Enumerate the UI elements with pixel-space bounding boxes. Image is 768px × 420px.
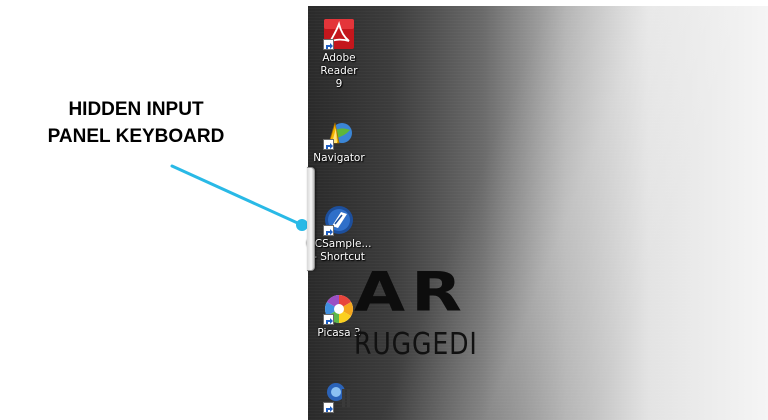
shortcut-arrow-icon — [323, 39, 334, 50]
picasa-icon — [323, 293, 355, 325]
brand-title: AR — [354, 260, 468, 324]
shortcut-arrow-icon — [323, 402, 334, 413]
icon-label-line-1: Adobe Reader — [320, 52, 358, 77]
desktop-icon-navigator[interactable]: Navigator — [305, 118, 373, 165]
desktop-icon-adobe-reader[interactable]: Adobe Reader 9 — [305, 18, 373, 91]
shortcut-arrow-icon — [323, 314, 334, 325]
adobe-reader-icon — [323, 18, 355, 50]
shortcut-arrow-icon — [323, 225, 334, 236]
blue-app-icon — [323, 381, 355, 413]
input-panel-tab[interactable] — [307, 167, 315, 271]
callout-line-1: HIDDEN INPUT — [68, 99, 204, 120]
icon-label-line-1: QCSample... — [306, 238, 372, 250]
qcsample-icon — [323, 204, 355, 236]
brand-subtitle: RUGGEDI — [354, 327, 478, 362]
desktop-icon-qcsample[interactable]: QCSample... - Shortcut — [305, 204, 373, 264]
navigator-icon — [323, 118, 355, 150]
desktop-icon-label: Adobe Reader 9 — [305, 52, 373, 91]
wallpaper-brand: AR RUGGEDI — [354, 260, 501, 362]
icon-label-line-1: Navigator — [313, 152, 365, 164]
shortcut-arrow-icon — [323, 139, 334, 150]
icon-label-line-2: 9 — [335, 78, 343, 90]
desktop-icon-label: Navigator — [305, 152, 373, 165]
callout-line-2: PANEL KEYBOARD — [47, 126, 225, 147]
desktop-icon-blue-app[interactable] — [305, 381, 373, 415]
callout-label: HIDDEN INPUT PANEL KEYBOARD — [6, 96, 266, 150]
